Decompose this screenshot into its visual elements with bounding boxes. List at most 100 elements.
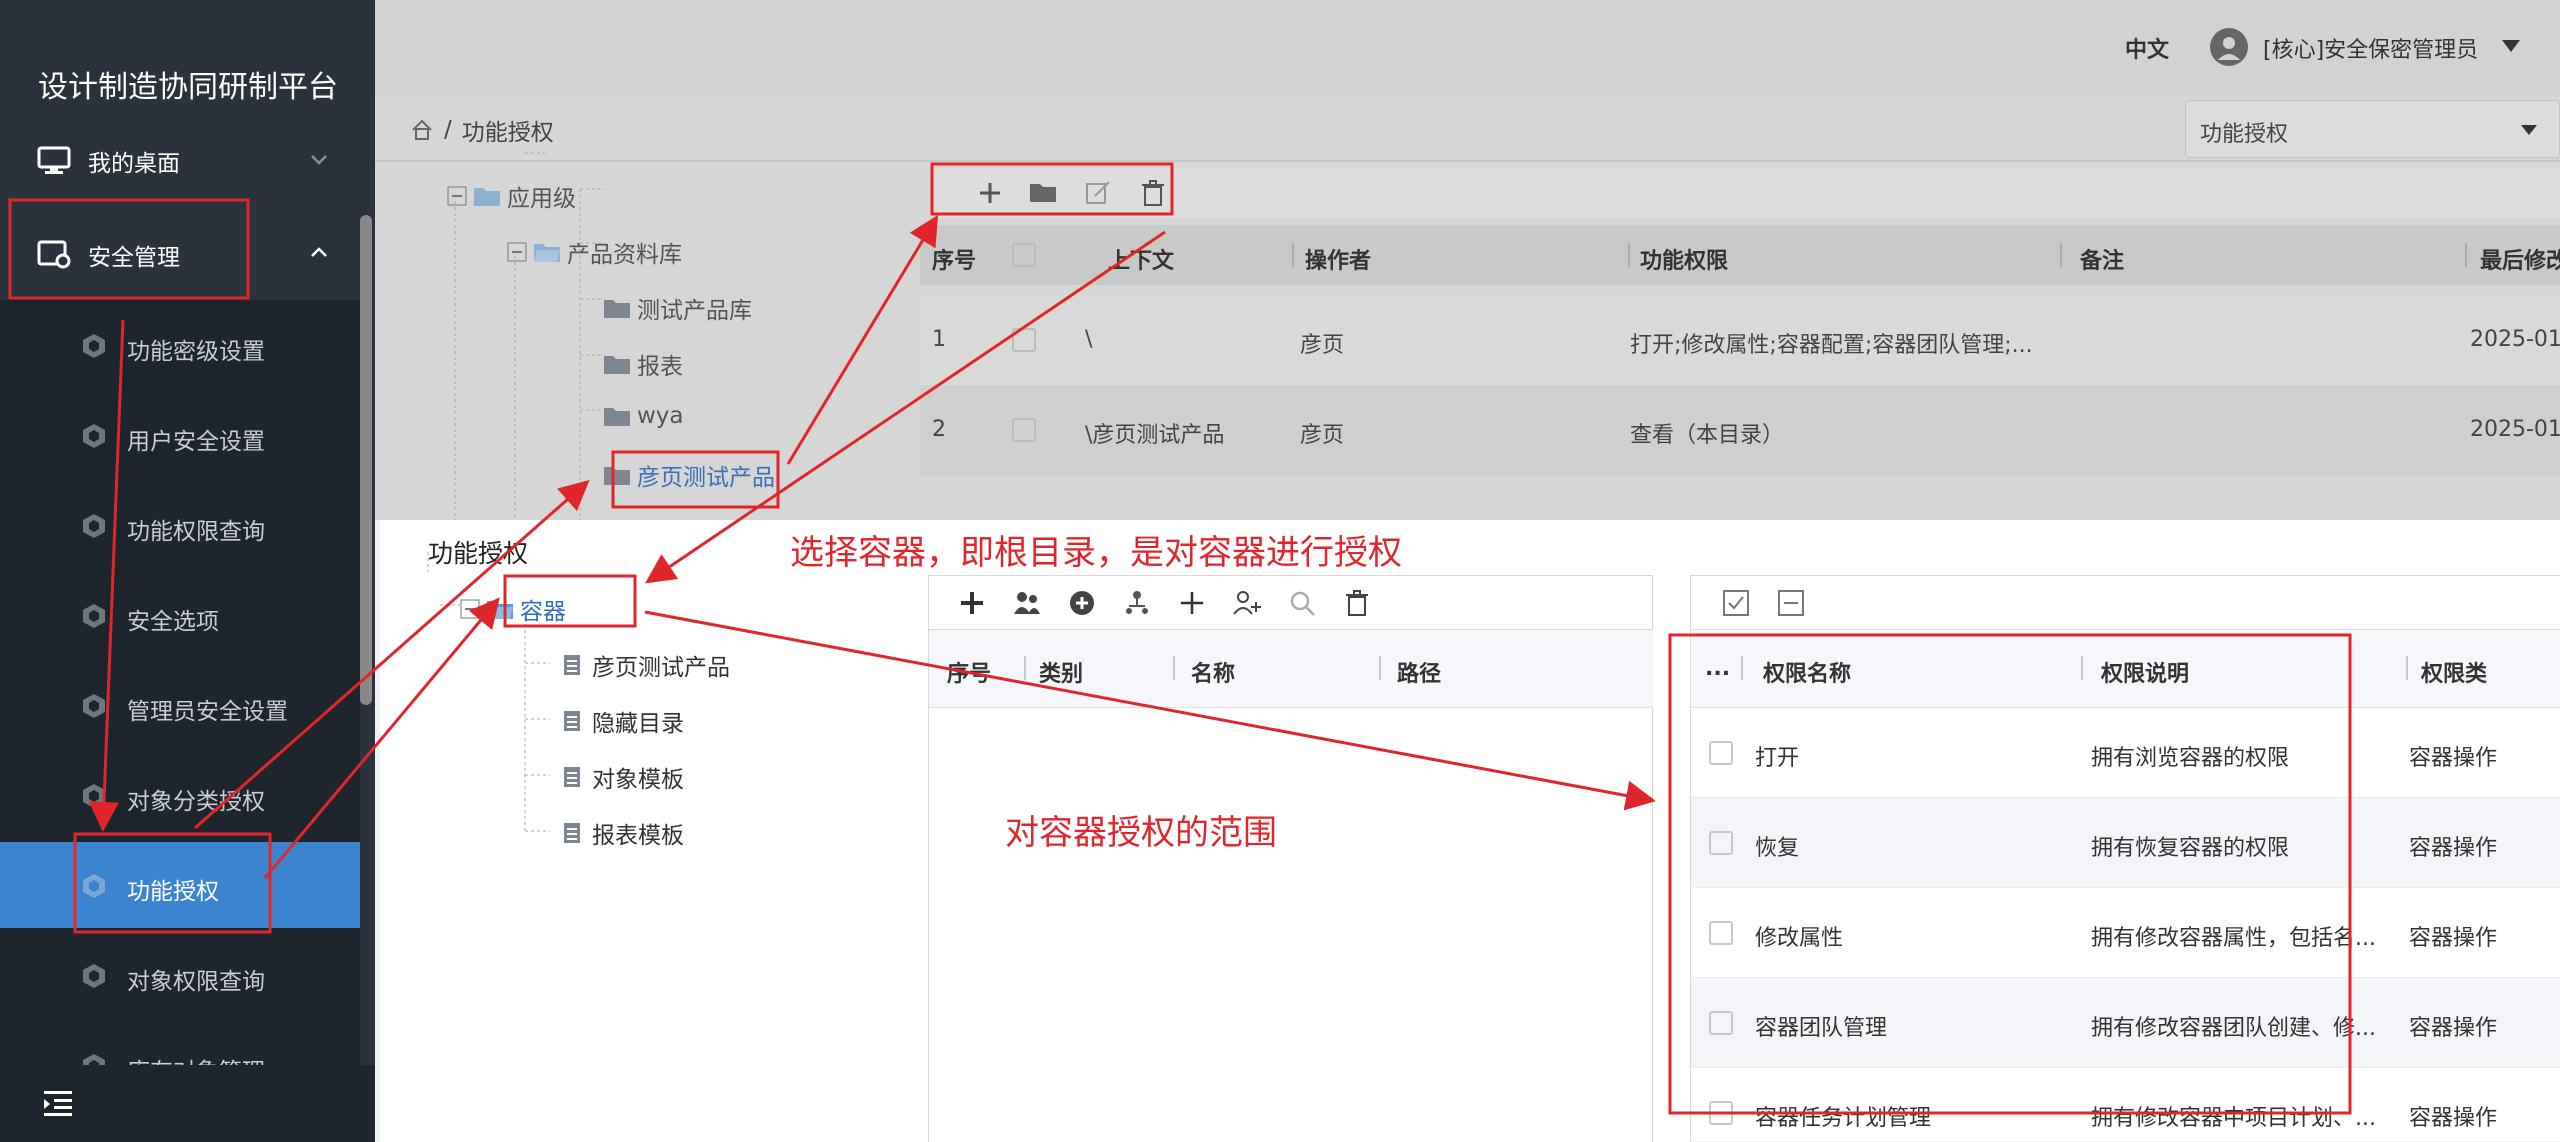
language-switch[interactable]: 中文 — [2125, 32, 2169, 64]
users-icon[interactable] — [1012, 588, 1042, 618]
tree-node-label: 产品资料库 — [567, 242, 682, 268]
sub-item-security-options[interactable]: 安全选项 — [0, 572, 360, 658]
divider — [2406, 656, 2408, 680]
tree-node-app[interactable]: 应用级 — [447, 179, 576, 213]
member-panel: 序号 类别 名称 路径 — [928, 575, 1653, 1142]
row-checkbox[interactable] — [1709, 1011, 1733, 1035]
row-checkbox[interactable] — [1709, 921, 1733, 945]
permission-toolbar — [1691, 575, 2560, 630]
search-icon[interactable] — [1287, 588, 1317, 618]
row-checkbox[interactable] — [1709, 831, 1733, 855]
sub-item-stock-objects[interactable]: 库存对象管理 — [0, 1022, 360, 1065]
plus-icon[interactable] — [1177, 588, 1207, 618]
tree-node-report[interactable]: 报表 — [603, 347, 683, 381]
row-checkbox[interactable] — [1012, 418, 1036, 442]
table-row[interactable]: 2 \彦页测试产品 彦页 查看（本目录） 2025-01-25 13 — [920, 385, 2560, 475]
menu-item-security-label: 安全管理 — [88, 245, 180, 271]
cell-index: 2 — [932, 417, 946, 442]
permission-row[interactable]: 修改属性 拥有修改容器属性，包括名... 容器操作 — [1691, 888, 2560, 978]
tree-node-label: 应用级 — [507, 186, 576, 212]
menu-collapse-icon[interactable] — [40, 1085, 76, 1121]
sub-item-func-level[interactable]: 功能密级设置 — [0, 302, 360, 388]
menu-item-security[interactable]: 安全管理 — [0, 210, 360, 300]
cube-icon — [83, 694, 105, 718]
menu-item-desktop[interactable]: 我的桌面 — [0, 116, 360, 206]
permission-row[interactable]: 打开 拥有浏览容器的权限 容器操作 — [1691, 708, 2560, 798]
column-header: 上下文 — [1108, 249, 1175, 274]
collapse-icon[interactable] — [460, 599, 480, 619]
folder-icon — [604, 467, 630, 485]
uncheck-all-icon[interactable] — [1776, 588, 1806, 618]
table-row[interactable]: 1 \ 彦页 打开;修改属性;容器配置;容器团队管理;... 2025-01-2… — [920, 295, 2560, 385]
sub-item-user-security[interactable]: 用户安全设置 — [0, 392, 360, 478]
divider — [2081, 656, 2083, 680]
background-page: / 功能授权 功能授权 应用级 产品资料库 测试产品库 报表 wya 彦页测试产… — [375, 95, 2560, 520]
cube-icon — [83, 514, 105, 538]
user-name[interactable]: [核心]安全保密管理员 — [2263, 32, 2478, 64]
cell-perm-desc: 拥有修改容器团队创建、修... — [2091, 1016, 2376, 1041]
sub-item-label: 用户安全设置 — [127, 429, 265, 455]
add-circle-icon[interactable] — [1067, 588, 1097, 618]
cell-perm-name: 容器团队管理 — [1755, 1016, 1888, 1041]
plus-icon[interactable] — [975, 178, 1005, 208]
tree-node-yanye-product[interactable]: 彦页测试产品 — [558, 648, 730, 682]
org-structure-icon[interactable] — [1122, 588, 1152, 618]
function-select[interactable]: 功能授权 — [2185, 100, 2560, 158]
add-user-icon[interactable] — [1232, 588, 1262, 618]
edit-icon[interactable] — [1083, 178, 1113, 208]
row-checkbox[interactable] — [1709, 1101, 1733, 1125]
cell-context: \彦页测试产品 — [1085, 423, 1225, 448]
plus-icon[interactable] — [957, 588, 987, 618]
trash-icon[interactable] — [1138, 178, 1168, 208]
cell-date: 2025-01-25 13 — [2470, 417, 2560, 442]
tree-node-wya[interactable]: wya — [603, 403, 684, 429]
cell-operator: 彦页 — [1300, 423, 1345, 448]
column-header: 功能权限 — [1640, 249, 1729, 274]
check-all-icon[interactable] — [1721, 588, 1751, 618]
tree-node-container[interactable]: 容器 — [460, 592, 566, 626]
sub-item-label: 功能权限查询 — [127, 519, 265, 545]
collapse-icon[interactable] — [447, 186, 467, 206]
cell-permission: 打开;修改属性;容器配置;容器团队管理;... — [1630, 333, 2033, 358]
tree-node-report-template[interactable]: 报表模板 — [558, 816, 684, 850]
folder-open-icon — [487, 601, 513, 619]
cell-context: \ — [1085, 327, 1093, 352]
row-checkbox[interactable] — [1012, 328, 1036, 352]
cell-perm-desc: 拥有浏览容器的权限 — [2091, 746, 2290, 771]
bg-toolbar — [935, 168, 2560, 218]
tree-node-product-lib[interactable]: 产品资料库 — [507, 235, 682, 269]
tree-node-label: 彦页测试产品 — [592, 655, 730, 681]
select-all-checkbox[interactable] — [1012, 243, 1036, 267]
tree-node-test-lib[interactable]: 测试产品库 — [603, 291, 752, 325]
row-checkbox[interactable] — [1709, 741, 1733, 765]
tree-node-object-template[interactable]: 对象模板 — [558, 760, 684, 794]
caret-down-icon[interactable] — [2500, 38, 2522, 54]
permission-row[interactable]: 恢复 拥有恢复容器的权限 容器操作 — [1691, 798, 2560, 888]
column-header: 类别 — [1039, 662, 1084, 687]
cell-perm-desc: 拥有修改容器属性，包括名... — [2091, 926, 2376, 951]
permission-row[interactable]: 容器任务计划管理 拥有修改容器中项目计划、... 容器操作 — [1691, 1068, 2560, 1142]
collapse-icon[interactable] — [507, 242, 527, 262]
cube-icon — [83, 334, 105, 358]
shield-gear-icon — [37, 240, 71, 269]
document-icon — [564, 711, 580, 731]
sub-item-object-class-auth[interactable]: 对象分类授权 — [0, 752, 360, 838]
sub-item-object-perm-query[interactable]: 对象权限查询 — [0, 932, 360, 1018]
tree-node-yanye-product[interactable]: 彦页测试产品 — [603, 458, 775, 492]
trash-icon[interactable] — [1342, 588, 1372, 618]
folder-icon[interactable] — [1028, 178, 1058, 208]
column-header: 路径 — [1397, 662, 1442, 687]
cell-perm-name: 修改属性 — [1755, 926, 1844, 951]
divider — [1379, 656, 1381, 680]
folder-icon — [604, 356, 630, 374]
avatar-icon[interactable] — [2210, 28, 2248, 66]
sub-item-admin-security[interactable]: 管理员安全设置 — [0, 662, 360, 748]
chevron-down-icon — [311, 155, 327, 165]
sub-item-func-auth[interactable]: 功能授权 — [0, 842, 360, 928]
sub-item-label: 库存对象管理 — [127, 1052, 265, 1065]
tree-node-hidden-dir[interactable]: 隐藏目录 — [558, 704, 684, 738]
sub-item-func-query[interactable]: 功能权限查询 — [0, 482, 360, 568]
annotation-select-container: 选择容器，即根目录，是对容器进行授权 — [790, 533, 1402, 573]
permission-row[interactable]: 容器团队管理 拥有修改容器团队创建、修... 容器操作 — [1691, 978, 2560, 1068]
sidebar-scrollbar[interactable] — [360, 215, 372, 705]
